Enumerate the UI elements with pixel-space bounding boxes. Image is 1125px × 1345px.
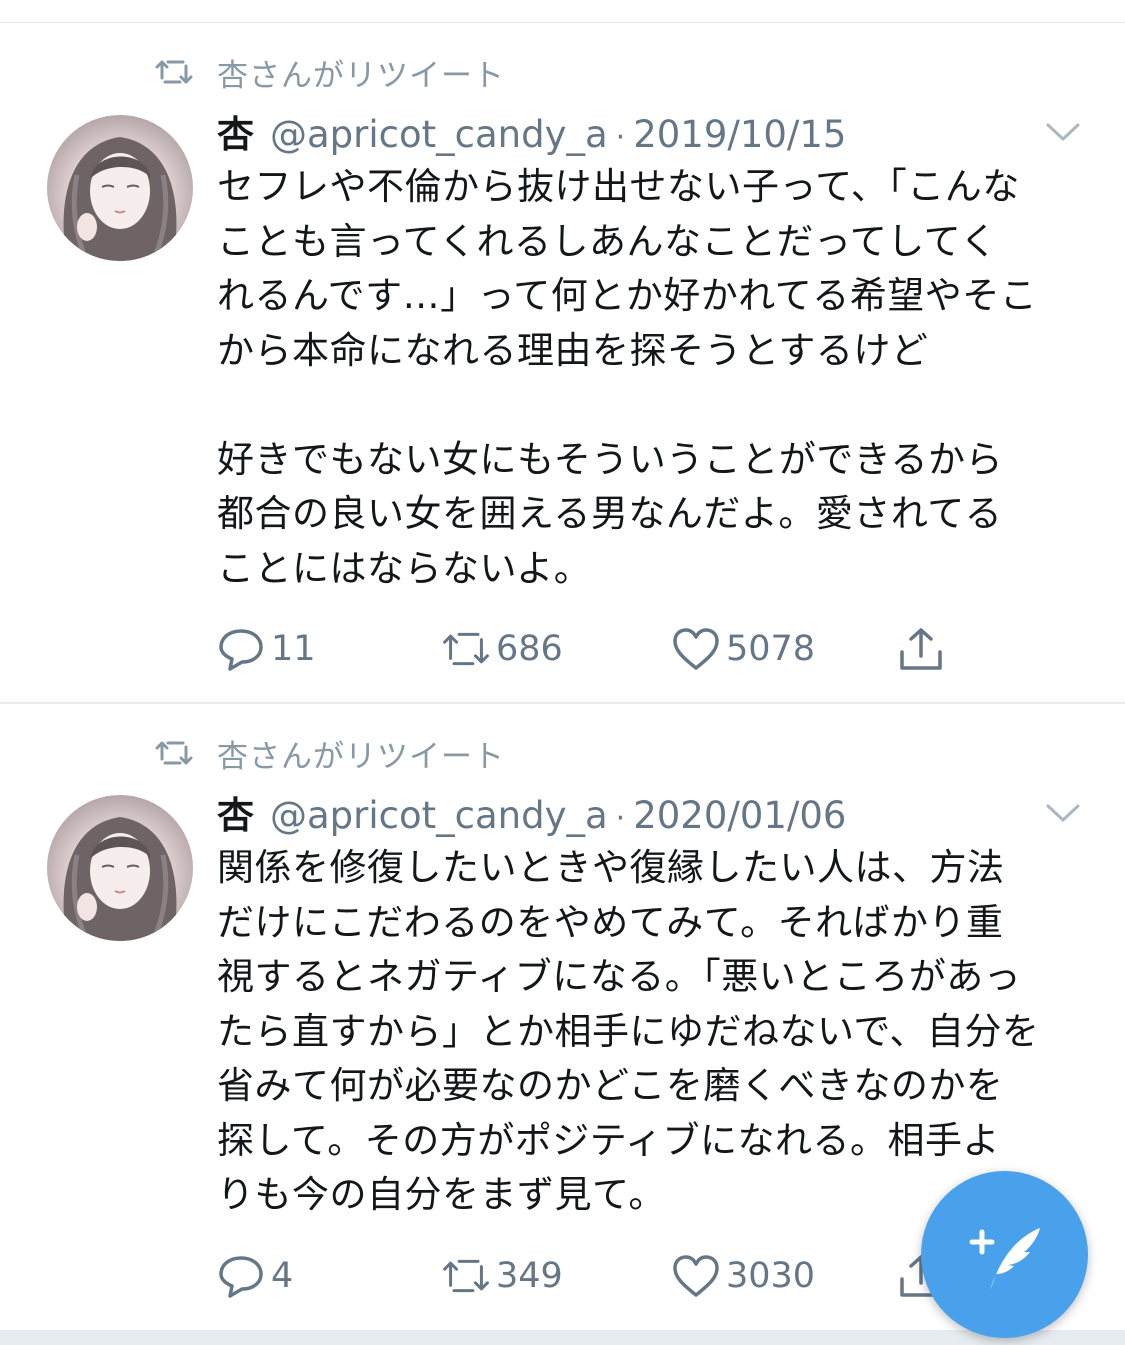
like-icon <box>673 628 719 670</box>
separator-dot: · <box>615 120 626 155</box>
tweet-header: 杏 @apricot_candy_a · 2019/10/15 <box>217 104 846 156</box>
reply-button[interactable]: 11 <box>217 624 316 674</box>
retweeted-by-label: 杏さんがリツイート <box>217 738 505 775</box>
retweet-icon <box>443 1259 489 1293</box>
retweet-context: 杏さんがリツイート <box>155 52 505 94</box>
bottom-bar <box>0 1330 1125 1345</box>
tweet-text: セフレや不倫から抜け出せない子って、「こんな ことも言ってくれるしあんなことだっ… <box>217 165 1038 590</box>
reply-button[interactable]: 4 <box>217 1251 293 1301</box>
avatar[interactable] <box>47 795 193 941</box>
reply-count: 4 <box>271 1256 294 1296</box>
tweet-header: 杏 @apricot_candy_a · 2020/01/06 <box>217 785 846 837</box>
retweet-count: 686 <box>496 629 563 669</box>
tweet-date[interactable]: 2020/01/06 <box>633 794 846 837</box>
tweet-actions: 4 349 3030 <box>217 1251 977 1301</box>
top-divider <box>0 22 1125 23</box>
retweet-icon <box>155 60 193 84</box>
reply-icon <box>219 1256 263 1298</box>
compose-tweet-icon <box>969 1227 1040 1290</box>
author-name[interactable]: 杏 <box>217 104 254 158</box>
reply-count: 11 <box>271 629 316 669</box>
retweeted-by-label: 杏さんがリツイート <box>217 57 505 94</box>
separator-dot: · <box>615 801 626 836</box>
author-handle[interactable]: @apricot_candy_a <box>270 113 608 156</box>
like-button[interactable]: 5078 <box>672 624 815 674</box>
retweet-context: 杏さんがリツイート <box>155 733 505 775</box>
chevron-down-icon[interactable] <box>1045 121 1081 143</box>
share-icon <box>900 628 942 670</box>
retweet-count: 349 <box>496 1256 563 1296</box>
chevron-down-icon[interactable] <box>1045 802 1081 824</box>
tweet-date[interactable]: 2019/10/15 <box>633 113 846 156</box>
tweet-text: 関係を修復したいときや復縁したい人は、方法 だけにこだわるのをやめてみて。それば… <box>217 846 1040 1216</box>
reply-icon <box>219 629 263 671</box>
author-name[interactable]: 杏 <box>217 785 254 839</box>
share-button[interactable] <box>897 624 945 674</box>
like-count: 3030 <box>726 1256 816 1296</box>
avatar[interactable] <box>47 115 193 261</box>
tweet-divider <box>0 702 1125 704</box>
tweet-actions: 11 686 5078 <box>217 624 977 674</box>
like-button[interactable]: 3030 <box>672 1251 815 1301</box>
retweet-icon <box>155 741 193 765</box>
author-handle[interactable]: @apricot_candy_a <box>270 794 608 837</box>
retweet-button[interactable]: 349 <box>442 1251 563 1301</box>
like-count: 5078 <box>726 629 816 669</box>
compose-tweet-button[interactable] <box>921 1171 1088 1338</box>
retweet-icon <box>443 632 489 666</box>
like-icon <box>673 1255 719 1297</box>
retweet-button[interactable]: 686 <box>442 624 563 674</box>
